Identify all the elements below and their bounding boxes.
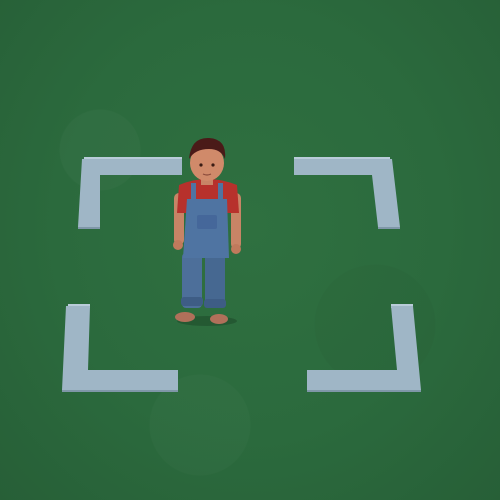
frame-bracket-bottom-right (307, 304, 421, 392)
player-character[interactable] (165, 133, 250, 328)
ground-texture (0, 0, 500, 500)
frame-bracket-bottom-left (62, 304, 178, 392)
game-viewport (0, 0, 500, 500)
frame-bracket-top-right (294, 157, 400, 229)
